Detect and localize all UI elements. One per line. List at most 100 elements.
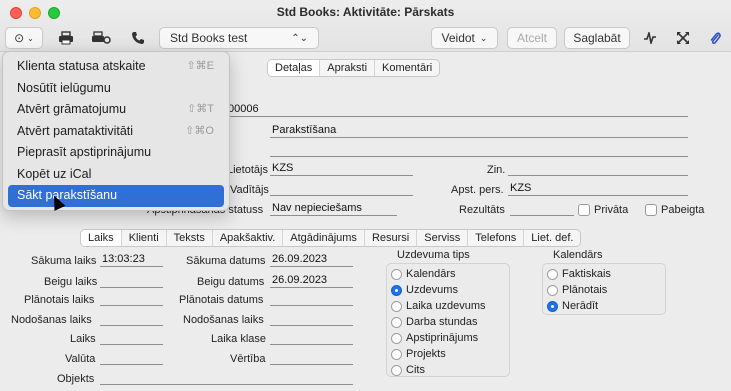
time-class-field[interactable]	[270, 331, 353, 345]
duration-field[interactable]	[100, 331, 163, 345]
value-field[interactable]	[270, 351, 353, 365]
menu-item-label: Klienta statusa atskaite	[17, 59, 146, 73]
radio-label: Apstiprinājums	[406, 332, 479, 344]
menu-item-customer-status-report[interactable]: Klienta statusa atskaite ⇧⌘E	[8, 56, 224, 78]
zin-label: Zin.	[487, 164, 506, 176]
start-time-field[interactable]: 13:03:23	[100, 253, 163, 267]
apst-pers-field[interactable]: KZS	[508, 182, 688, 196]
menu-item-copy-to-ical[interactable]: Kopēt uz iCal	[8, 164, 224, 186]
menu-item-label: Atvērt pamataktivitāti	[17, 123, 134, 138]
handover-date-field[interactable]	[270, 312, 353, 326]
currency-field[interactable]	[100, 351, 163, 365]
tab-reminder[interactable]: Atgādinājums	[283, 230, 365, 246]
tab-descriptions[interactable]: Apraksti	[320, 60, 376, 76]
menu-item-shortcut: ⇧⌘E	[186, 60, 214, 72]
tab-customers[interactable]: Klienti	[122, 230, 167, 246]
handover-date-label: Nodošanas laiks	[183, 314, 264, 326]
end-time-label: Beigu laiks	[44, 276, 98, 288]
menu-item-shortcut: ⇧⌘T	[187, 103, 214, 115]
radio-label: Kalendārs	[406, 268, 456, 280]
user-field[interactable]: KZS	[270, 162, 413, 176]
tab-resources[interactable]: Resursi	[365, 230, 418, 246]
task-type-project-radio[interactable]: Projekts	[391, 348, 446, 360]
menu-item-start-signing[interactable]: Sākt parakstīšanu	[8, 185, 224, 207]
tab-details[interactable]: Detaļas	[268, 60, 321, 76]
company-select[interactable]: Std Books test ⌃⌄	[159, 27, 319, 49]
chevron-down-icon: ⌄	[27, 33, 34, 43]
number-field[interactable]: 00006	[226, 103, 688, 117]
paperclip-icon[interactable]	[705, 27, 725, 49]
private-label: Privāta	[594, 204, 629, 216]
task-type-other-radio[interactable]: Cits	[391, 364, 425, 376]
radio-label: Plānotais	[562, 284, 608, 296]
calendar-hide-radio[interactable]: Nerādīt	[547, 300, 598, 312]
objects-field[interactable]	[100, 371, 353, 385]
expand-icon[interactable]	[673, 27, 693, 49]
time-class-label: Laika klase	[211, 333, 267, 345]
create-button-label: Veidot	[441, 31, 475, 45]
save-button[interactable]: Saglabāt	[564, 27, 630, 49]
tab-subactivities[interactable]: Apakšaktiv.	[213, 230, 284, 246]
end-date-field[interactable]: 26.09.2023	[270, 274, 353, 288]
menu-item-label: Nosūtīt ielūgumu	[17, 80, 111, 95]
task-type-group: Kalendārs Uzdevums Laika uzdevums Darba …	[386, 263, 510, 377]
end-time-field[interactable]	[100, 274, 163, 288]
currency-label: Valūta	[65, 353, 96, 365]
task-type-calendar-radio[interactable]: Kalendārs	[391, 268, 456, 280]
finished-checkbox[interactable]	[645, 204, 657, 216]
leader-field[interactable]	[270, 182, 413, 196]
radio-label: Nerādīt	[562, 300, 599, 312]
tab-text[interactable]: Teksts	[167, 230, 213, 246]
radio-label: Cits	[406, 364, 425, 376]
printer-icon[interactable]	[55, 27, 77, 49]
tab-comments[interactable]: Komentāri	[375, 60, 439, 76]
tab-phone[interactable]: Telefons	[468, 230, 525, 246]
menu-item-open-main-activity[interactable]: Atvērt pamataktivitāti ⇧⌘O	[8, 121, 224, 143]
menu-item-label: Atvērt grāmatojumu	[17, 102, 127, 116]
task-type-timed-task-radio[interactable]: Laika uzdevums	[391, 300, 486, 312]
radio-label: Faktiskais	[562, 268, 611, 280]
zin-field[interactable]	[508, 162, 688, 176]
calendar-actual-radio[interactable]: Faktiskais	[547, 268, 611, 280]
description-field[interactable]: Parakstīšana	[270, 124, 688, 138]
ellipsis-circle-icon: ⊙	[14, 31, 25, 45]
private-checkbox[interactable]	[578, 204, 590, 216]
task-type-approval-radio[interactable]: Apstiprinājums	[391, 332, 478, 344]
updown-chevron-icon: ⌃⌄	[291, 32, 308, 44]
planned-date-field[interactable]	[270, 292, 353, 306]
planned-time-field[interactable]	[100, 292, 163, 306]
apst-pers-label: Apst. pers.	[451, 184, 504, 196]
cancel-button[interactable]: Atcelt	[507, 27, 557, 49]
radio-label: Darba stundas	[406, 316, 478, 328]
radio-label: Projekts	[406, 348, 446, 360]
tab-service[interactable]: Serviss	[417, 230, 469, 246]
menu-item-open-transaction[interactable]: Atvērt grāmatojumu ⇧⌘T	[8, 99, 224, 121]
top-tab-bar: Detaļas Apraksti Komentāri	[267, 59, 441, 77]
activity-chart-icon[interactable]	[640, 27, 660, 49]
save-button-label: Saglabāt	[573, 31, 621, 45]
task-type-work-hours-radio[interactable]: Darba stundas	[391, 316, 478, 328]
menu-item-request-approval[interactable]: Pieprasīt apstiprinājumu	[8, 142, 224, 164]
start-date-label: Sākuma datums	[186, 255, 266, 267]
handover-time-label: Nodošanas laiks	[11, 314, 92, 326]
result-field[interactable]	[510, 202, 574, 216]
planned-time-label: Plānotais laiks	[24, 294, 95, 306]
create-button[interactable]: Veidot ⌄	[431, 27, 498, 49]
task-type-title: Uzdevuma tips	[397, 249, 470, 261]
tab-time[interactable]: Laiks	[81, 230, 122, 246]
handover-time-field[interactable]	[100, 312, 163, 326]
planned-date-label: Plānotais datums	[179, 294, 264, 306]
end-date-label: Beigu datums	[197, 276, 265, 288]
tab-user-def[interactable]: Liet. def.	[524, 230, 580, 246]
start-date-field[interactable]: 26.09.2023	[270, 253, 353, 267]
menu-item-send-invitation[interactable]: Nosūtīt ielūgumu	[8, 78, 224, 100]
approval-status-field[interactable]: Nav nepieciešams	[270, 202, 397, 216]
more-actions-button[interactable]: ⊙ ⌄	[5, 27, 43, 49]
extra-description-field[interactable]	[270, 143, 688, 157]
print-setup-icon[interactable]	[88, 27, 114, 49]
phone-icon[interactable]	[128, 27, 148, 49]
finished-label: Pabeigta	[661, 204, 705, 216]
calendar-planned-radio[interactable]: Plānotais	[547, 284, 607, 296]
task-type-task-radio[interactable]: Uzdevums	[391, 284, 458, 296]
company-select-value: Std Books test	[170, 31, 248, 45]
